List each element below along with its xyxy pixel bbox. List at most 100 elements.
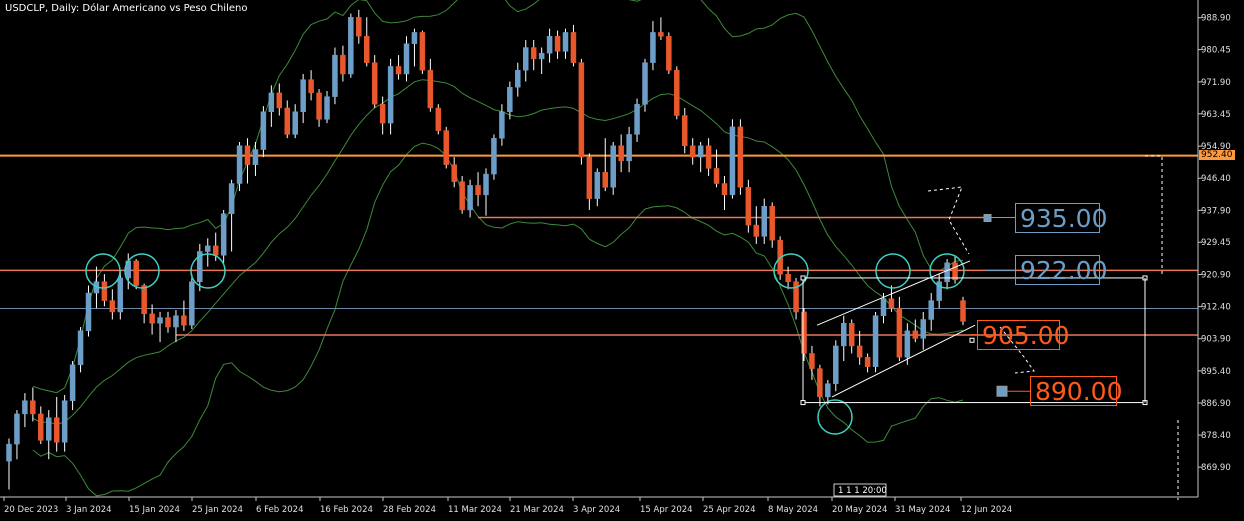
candle-body (538, 52, 545, 60)
candle-body (356, 17, 362, 37)
candle-body (785, 273, 791, 282)
candle-body (515, 69, 521, 88)
bollinger-middle (32, 79, 964, 426)
level-label-922[interactable]: 922.00 (1015, 255, 1107, 286)
candle-body (101, 281, 108, 301)
candle-body (626, 134, 632, 162)
candle-body (85, 292, 92, 332)
candle-body (181, 315, 187, 326)
candle-body (205, 245, 211, 252)
bollinger-bands (32, 0, 964, 497)
candle-body (53, 417, 60, 443)
candle-body (38, 413, 44, 441)
candle-body (340, 54, 346, 75)
candle-body (809, 353, 815, 369)
candle-body (610, 145, 616, 188)
level-label-935[interactable]: 935.00 (1015, 202, 1107, 233)
candle-body (276, 92, 283, 109)
candle-body (825, 383, 831, 398)
level-label-890[interactable]: 890.00 (1030, 376, 1122, 407)
candles-layer (6, 9, 966, 490)
candle-body (499, 111, 505, 139)
y-tick-label: 895.40 (1201, 367, 1231, 377)
measure-dotted-right (1145, 155, 1163, 277)
candle-body (904, 330, 911, 358)
x-tick-label: 28 Feb 2024 (383, 505, 436, 515)
candle-body (841, 323, 847, 347)
candle-body (411, 32, 418, 45)
candle-body (682, 115, 688, 146)
y-tick-label: 886.90 (1201, 399, 1231, 409)
candle-body (69, 364, 76, 401)
rectangle-handle (800, 400, 806, 406)
x-tick-label: 31 May 2024 (895, 505, 950, 515)
candle-body (546, 35, 553, 54)
candle-body (30, 400, 36, 415)
candle-body (697, 145, 704, 158)
level-label-905[interactable]: 905.00 (977, 319, 1069, 350)
candle-body (220, 213, 227, 256)
projection-dotted-upper (927, 186, 970, 255)
candle-body (189, 281, 195, 326)
candle-body (872, 315, 879, 367)
candle-body (769, 205, 775, 241)
x-tick-label: 20 May 2024 (832, 505, 887, 515)
candle-body (284, 107, 290, 135)
candle-body (316, 92, 322, 120)
x-tick-label: 3 Apr 2024 (573, 505, 620, 515)
candle-body (324, 96, 330, 120)
candle-body (912, 330, 919, 339)
x-tick-label: 6 Feb 2024 (256, 505, 304, 515)
candle-body (562, 32, 569, 52)
candle-body (634, 103, 640, 135)
candle-body (666, 35, 672, 71)
x-tick-label: 11 Mar 2024 (448, 505, 502, 515)
candle-body (427, 69, 434, 109)
candle-body (475, 185, 481, 196)
candle-body (133, 260, 139, 286)
candle-body (332, 54, 338, 97)
candle-body (228, 183, 235, 214)
x-tick-label: 8 May 2024 (768, 505, 818, 515)
candle-body (713, 168, 720, 184)
candle-body (928, 300, 934, 320)
candle-body (395, 66, 402, 75)
bollinger-lower (32, 142, 964, 497)
candle-body (960, 300, 966, 322)
candle-body (530, 47, 537, 60)
candle-body (300, 79, 306, 113)
y-tick-label: 980.45 (1201, 46, 1231, 56)
candle-body (602, 171, 608, 188)
candle-body (348, 17, 354, 75)
candle-body (689, 145, 696, 158)
candle-body (157, 317, 163, 324)
candle-body (729, 126, 736, 196)
candle-body (483, 173, 489, 196)
candle-body (459, 181, 465, 211)
candle-body (618, 145, 624, 162)
y-tick-label: 920.90 (1201, 271, 1231, 281)
x-tick-label: 12 Jun 2024 (961, 505, 1012, 515)
y-tick-label: 937.90 (1201, 206, 1231, 216)
bollinger-upper (32, 0, 964, 394)
candle-body (46, 417, 52, 441)
handle-small (969, 337, 975, 343)
candle-body (674, 69, 680, 116)
candle-body (371, 62, 378, 105)
candle-body (586, 156, 593, 199)
candle-body (292, 111, 298, 135)
candle-body (753, 224, 760, 237)
candle-body (944, 262, 950, 282)
candle-body (14, 413, 20, 445)
x-tick-label: 25 Jan 2024 (192, 505, 243, 515)
candle-body (761, 205, 767, 237)
candle-body (737, 126, 744, 188)
time-label: 1 1 1 20:00 (838, 486, 887, 496)
y-tick-label: 878.40 (1201, 431, 1231, 441)
candle-body (77, 330, 84, 366)
candle-body (570, 32, 577, 63)
candle-body (578, 62, 585, 158)
candle-body (403, 43, 410, 75)
y-tick-label: 988.90 (1201, 14, 1231, 24)
candle-body (705, 145, 712, 169)
